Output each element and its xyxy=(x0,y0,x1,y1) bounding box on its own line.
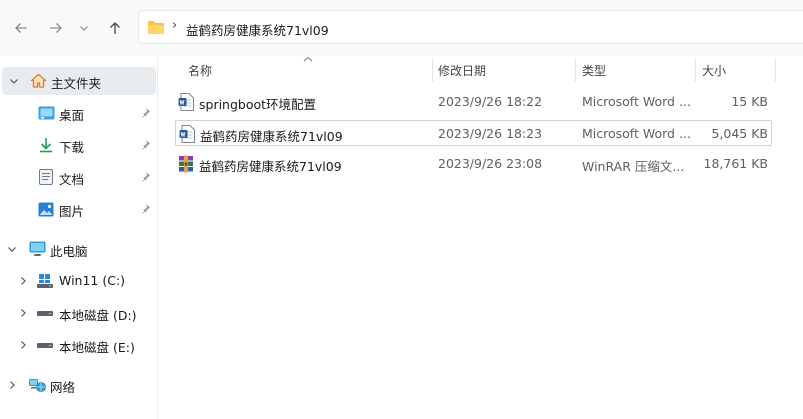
sidebar-item-this-pc[interactable]: 此电脑 xyxy=(0,235,157,263)
picture-icon xyxy=(37,200,55,218)
sidebar-item-label: Win11 (C:) xyxy=(59,273,126,288)
column-divider[interactable] xyxy=(775,58,776,82)
sidebar-item-network[interactable]: 网络 xyxy=(0,371,157,399)
sidebar-item-home[interactable]: 主文件夹 xyxy=(2,67,156,95)
column-divider[interactable] xyxy=(432,58,433,82)
table-row[interactable]: springboot环境配置 2023/9/26 18:22 Microsoft… xyxy=(175,89,772,115)
word-file-icon xyxy=(179,125,195,143)
column-header-name[interactable]: 名称 xyxy=(188,56,434,84)
network-icon xyxy=(28,376,46,394)
sidebar-item-label: 本地磁盘 (E:) xyxy=(59,340,135,355)
pin-icon[interactable] xyxy=(140,203,151,217)
column-divider[interactable] xyxy=(695,58,696,82)
windows-drive-icon xyxy=(36,272,54,290)
chevron-right-icon[interactable] xyxy=(17,339,29,351)
file-name: 益鹤药房健康系统71vl09 xyxy=(200,129,343,144)
pin-icon[interactable] xyxy=(140,139,151,153)
word-file-icon xyxy=(178,93,194,111)
sidebar-item-documents[interactable]: 文档 xyxy=(0,163,157,191)
arrow-right-icon xyxy=(50,23,62,33)
chevron-down-icon[interactable] xyxy=(8,75,20,87)
sidebar-item-label: 文档 xyxy=(59,172,85,187)
file-type: Microsoft Word ... xyxy=(582,94,691,109)
file-type: WinRAR 压缩文... xyxy=(582,159,685,174)
sidebar-item-desktop[interactable]: 桌面 xyxy=(0,99,157,127)
table-row[interactable]: 益鹤药房健康系统71vl09 2023/9/26 23:08 WinRAR 压缩… xyxy=(175,151,772,177)
file-size: 5,045 KB xyxy=(711,126,768,141)
sidebar-item-drive-c[interactable]: Win11 (C:) xyxy=(0,267,157,295)
table-row[interactable]: 益鹤药房健康系统71vl09 2023/9/26 18:23 Microsoft… xyxy=(175,120,772,146)
desktop-icon xyxy=(37,104,55,122)
file-list: 名称 修改日期 类型 大小 springboot环境配置 2023/9/26 1… xyxy=(159,56,803,419)
pin-icon[interactable] xyxy=(140,171,151,185)
file-name: springboot环境配置 xyxy=(199,97,317,112)
recent-locations-button[interactable] xyxy=(74,15,94,41)
column-header-date[interactable]: 修改日期 xyxy=(438,56,576,84)
chevron-right-icon[interactable] xyxy=(17,307,29,319)
download-icon xyxy=(37,136,55,154)
sidebar-item-label: 网络 xyxy=(50,380,76,395)
arrow-up-icon xyxy=(110,22,120,34)
breadcrumb-separator-icon: › xyxy=(172,18,178,33)
winrar-archive-icon xyxy=(179,155,193,173)
sidebar-item-label: 下载 xyxy=(59,140,85,155)
navigation-bar: › 益鹤药房健康系统71vl09 xyxy=(0,0,803,56)
document-icon xyxy=(37,168,55,186)
home-icon xyxy=(29,72,47,90)
sidebar-item-drive-d[interactable]: 本地磁盘 (D:) xyxy=(0,299,157,327)
chevron-right-icon[interactable] xyxy=(6,379,18,391)
sidebar-item-downloads[interactable]: 下载 xyxy=(0,131,157,159)
column-header-size[interactable]: 大小 xyxy=(702,56,774,84)
sidebar-item-drive-e[interactable]: 本地磁盘 (E:) xyxy=(0,331,157,359)
file-name: 益鹤药房健康系统71vl09 xyxy=(199,159,342,174)
disk-drive-icon xyxy=(36,336,54,354)
navigation-pane: 主文件夹 桌面 下载 文档 图片 此电脑 Win11 (C:) 本地磁盘 (D:… xyxy=(0,56,158,419)
sidebar-item-label: 主文件夹 xyxy=(51,76,102,91)
sidebar-item-pictures[interactable]: 图片 xyxy=(0,195,157,223)
address-bar[interactable]: › 益鹤药房健康系统71vl09 xyxy=(138,10,803,44)
chevron-right-icon[interactable] xyxy=(17,275,29,287)
chevron-down-icon[interactable] xyxy=(6,243,18,255)
sidebar-item-label: 图片 xyxy=(59,204,85,219)
file-date: 2023/9/26 18:22 xyxy=(438,94,543,109)
column-divider[interactable] xyxy=(575,58,576,82)
back-button[interactable] xyxy=(8,15,34,41)
disk-drive-icon xyxy=(36,304,54,322)
file-date: 2023/9/26 23:08 xyxy=(438,156,543,171)
folder-icon xyxy=(148,21,164,34)
file-type: Microsoft Word ... xyxy=(582,126,691,141)
forward-button[interactable] xyxy=(43,15,69,41)
pin-icon[interactable] xyxy=(140,107,151,121)
breadcrumb-current[interactable]: 益鹤药房健康系统71vl09 xyxy=(186,20,329,39)
sidebar-item-label: 此电脑 xyxy=(50,244,88,259)
file-size: 15 KB xyxy=(731,94,768,109)
arrow-left-icon xyxy=(15,23,27,33)
column-header-type[interactable]: 类型 xyxy=(582,56,694,84)
sidebar-item-label: 本地磁盘 (D:) xyxy=(59,308,137,323)
file-size: 18,761 KB xyxy=(703,156,768,171)
sidebar-item-label: 桌面 xyxy=(59,108,85,123)
chevron-down-icon xyxy=(80,26,88,31)
up-button[interactable] xyxy=(102,15,128,41)
computer-icon xyxy=(28,240,46,258)
file-date: 2023/9/26 18:23 xyxy=(438,126,543,141)
